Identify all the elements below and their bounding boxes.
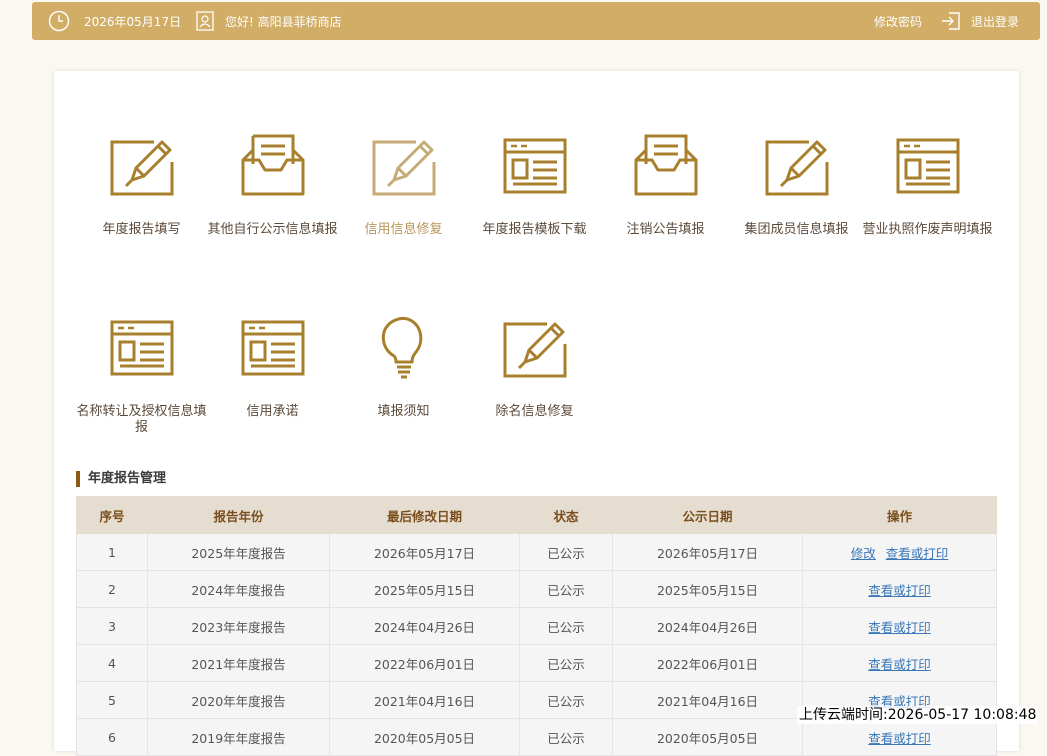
func-name-transfer[interactable]: 名称转让及授权信息填报	[76, 316, 207, 436]
user-icon	[196, 11, 214, 31]
cell-modified: 2026年05月17日	[329, 533, 520, 571]
cell-no: 6	[76, 718, 148, 756]
table-row: 4 2021年年度报告 2022年06月01日 已公示 2022年06月01日 …	[76, 644, 997, 682]
func-label: 其他自行公示信息填报	[207, 222, 338, 237]
header-year: 报告年份	[147, 496, 330, 534]
logout-icon	[942, 12, 960, 30]
func-other-disclosure[interactable]: 其他自行公示信息填报	[207, 134, 338, 238]
edit-icon	[503, 322, 566, 378]
cell-actions: 查看或打印	[802, 607, 997, 645]
inbox-icon	[241, 134, 304, 196]
cell-year: 2019年年度报告	[147, 718, 330, 756]
edit-icon	[765, 140, 828, 196]
cell-no: 3	[76, 607, 148, 645]
func-group-member[interactable]: 集团成员信息填报	[731, 134, 862, 238]
upload-timestamp: 上传云端时间:2026-05-17 10:08:48	[797, 706, 1039, 724]
func-delist-repair[interactable]: 除名信息修复	[469, 316, 600, 420]
table-row: 1 2025年年度报告 2026年05月17日 已公示 2026年05月17日 …	[76, 533, 997, 571]
cell-published: 2025年05月15日	[612, 570, 803, 608]
table-row: 2 2024年年度报告 2025年05月15日 已公示 2025年05月15日 …	[76, 570, 997, 608]
view-print-link[interactable]: 查看或打印	[868, 583, 931, 598]
func-license-void[interactable]: 营业执照作废声明填报	[862, 134, 993, 238]
func-label: 年度报告填写	[102, 222, 181, 237]
func-annual-report-fill[interactable]: 年度报告填写	[76, 134, 207, 238]
func-label: 营业执照作废声明填报	[862, 222, 993, 237]
cell-published: 2021年04月16日	[612, 681, 803, 719]
func-template-download[interactable]: 年度报告模板下载	[469, 134, 600, 238]
date-display: 2026年05月17日	[48, 2, 181, 40]
cell-year: 2024年年度报告	[147, 570, 330, 608]
current-date: 2026年05月17日	[84, 14, 182, 29]
view-print-link[interactable]: 查看或打印	[868, 731, 931, 746]
cell-modified: 2025年05月15日	[329, 570, 520, 608]
view-print-link[interactable]: 查看或打印	[868, 620, 931, 635]
header-status: 状态	[519, 496, 613, 534]
lightbulb-icon	[381, 317, 422, 379]
cell-status: 已公示	[519, 681, 613, 719]
cell-modified: 2021年04月16日	[329, 681, 520, 719]
cell-no: 4	[76, 644, 148, 682]
form-icon	[503, 138, 566, 194]
cell-actions: 查看或打印	[802, 570, 997, 608]
cell-no: 1	[76, 533, 148, 571]
logout-label: 退出登录	[971, 14, 1020, 29]
header-modified: 最后修改日期	[329, 496, 520, 534]
cell-year: 2020年年度报告	[147, 681, 330, 719]
func-label: 除名信息修复	[495, 404, 574, 419]
form-icon	[110, 320, 173, 376]
form-icon	[241, 320, 304, 376]
func-filing-notice[interactable]: 填报须知	[338, 316, 469, 420]
form-icon	[896, 138, 959, 194]
cell-no: 2	[76, 570, 148, 608]
cell-published: 2020年05月05日	[612, 718, 803, 756]
func-label: 年度报告模板下载	[482, 222, 587, 237]
cell-actions: 查看或打印	[802, 644, 997, 682]
cell-year: 2023年年度报告	[147, 607, 330, 645]
cell-year: 2021年年度报告	[147, 644, 330, 682]
cell-modified: 2024年04月26日	[329, 607, 520, 645]
header-published: 公示日期	[612, 496, 803, 534]
change-password-link[interactable]: 修改密码	[874, 2, 922, 40]
edit-icon	[372, 140, 435, 196]
table-header-row: 序号 报告年份 最后修改日期 状态 公示日期 操作	[76, 496, 997, 534]
cell-published: 2022年06月01日	[612, 644, 803, 682]
table-row: 3 2023年年度报告 2024年04月26日 已公示 2024年04月26日 …	[76, 607, 997, 645]
view-print-link[interactable]: 查看或打印	[868, 657, 931, 672]
cell-status: 已公示	[519, 644, 613, 682]
cell-published: 2026年05月17日	[612, 533, 803, 571]
func-cancel-notice[interactable]: 注销公告填报	[600, 134, 731, 238]
view-print-link[interactable]: 查看或打印	[886, 546, 949, 561]
func-credit-repair[interactable]: 信用信息修复	[338, 134, 469, 238]
user-greeting: 您好! 高阳县菲桥商店	[196, 2, 342, 40]
cell-actions: 修改 查看或打印	[802, 533, 997, 571]
cell-modified: 2020年05月05日	[329, 718, 520, 756]
func-label: 填报须知	[377, 404, 430, 419]
header-actions: 操作	[802, 496, 997, 534]
edit-link[interactable]: 修改	[851, 546, 876, 561]
logout-button[interactable]: 退出登录	[941, 2, 1019, 40]
section-title: 年度报告管理	[76, 471, 166, 487]
func-label: 信用承诺	[246, 404, 299, 419]
cell-published: 2024年04月26日	[612, 607, 803, 645]
cell-status: 已公示	[519, 607, 613, 645]
top-bar: 2026年05月17日 您好! 高阳县菲桥商店 修改密码 退出登录	[32, 2, 1040, 40]
inbox-icon	[634, 134, 697, 196]
cell-year: 2025年年度报告	[147, 533, 330, 571]
cell-modified: 2022年06月01日	[329, 644, 520, 682]
func-label: 名称转让及授权信息填报	[76, 404, 207, 435]
table-row: 6 2019年年度报告 2020年05月05日 已公示 2020年05月05日 …	[76, 718, 997, 756]
cell-status: 已公示	[519, 570, 613, 608]
edit-icon	[110, 140, 173, 196]
func-label: 集团成员信息填报	[744, 222, 849, 237]
cell-actions: 查看或打印	[802, 718, 997, 756]
func-label: 注销公告填报	[626, 222, 705, 237]
func-credit-commitment[interactable]: 信用承诺	[207, 316, 338, 420]
cell-status: 已公示	[519, 533, 613, 571]
clock-icon	[48, 10, 70, 32]
func-label: 信用信息修复	[364, 222, 443, 237]
header-no: 序号	[76, 496, 148, 534]
cell-no: 5	[76, 681, 148, 719]
greeting-text: 您好! 高阳县菲桥商店	[225, 14, 342, 29]
cell-status: 已公示	[519, 718, 613, 756]
